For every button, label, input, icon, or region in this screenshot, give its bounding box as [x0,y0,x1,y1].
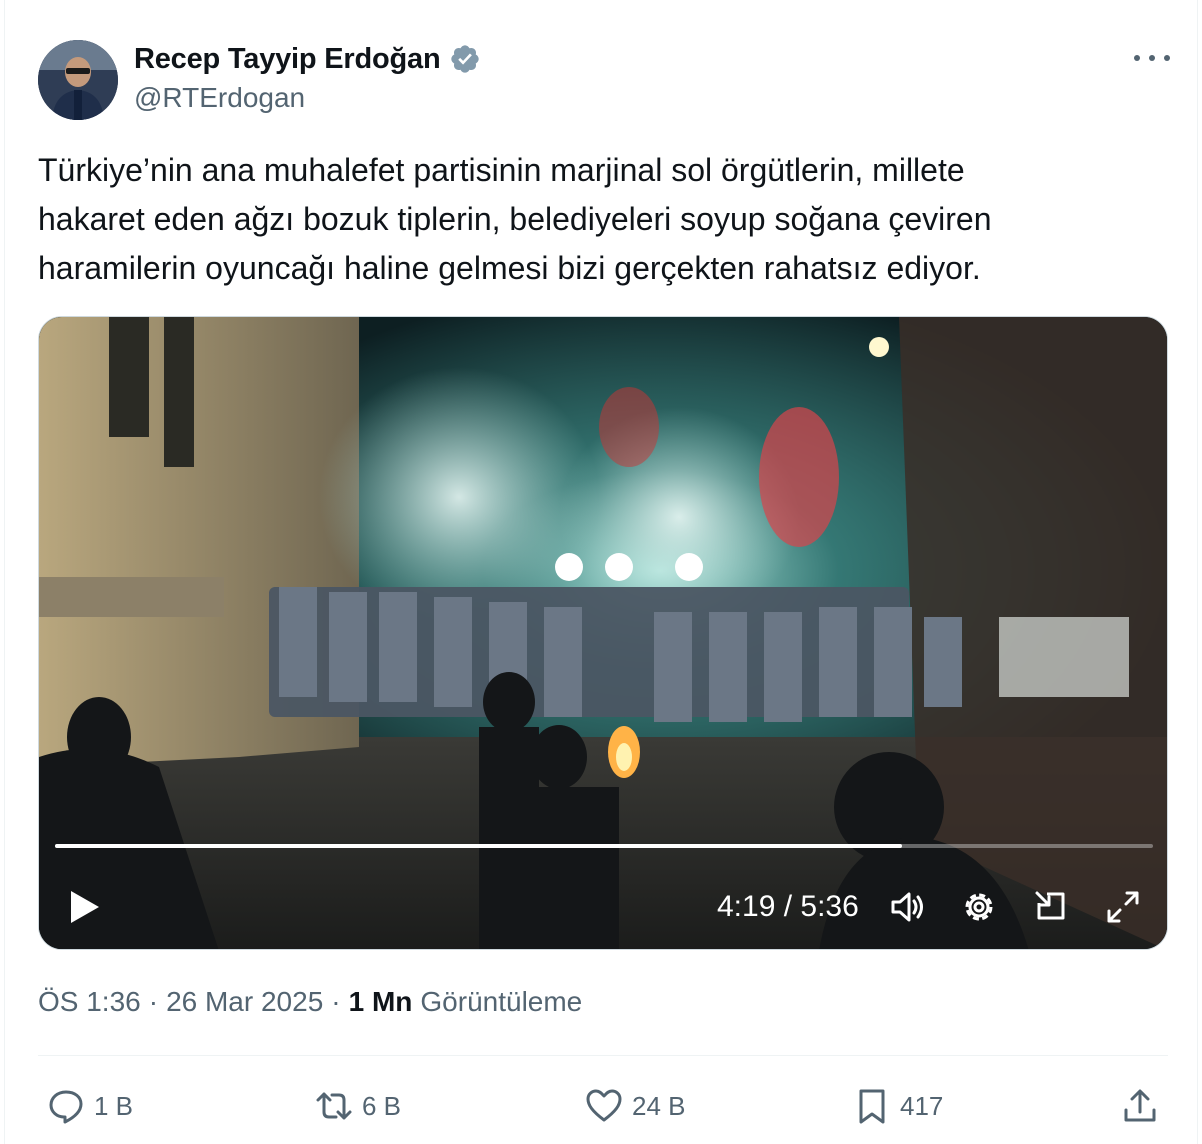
bookmark-icon [859,1089,885,1124]
meta-separator: · [331,986,341,1017]
fullscreen-icon[interactable] [1101,885,1145,929]
tweet-date[interactable]: 26 Mar 2025 [166,986,323,1018]
heart-icon [586,1089,622,1122]
like-count: 24 B [632,1090,686,1121]
pip-icon[interactable] [1029,885,1073,929]
verified-badge-icon [449,43,481,75]
settings-icon[interactable] [957,885,1001,929]
bookmark-count: 417 [900,1090,944,1121]
divider [38,1055,1168,1056]
tweet-text: Türkiye’nin ana muhalefet partisinin mar… [38,152,992,286]
share-icon [1124,1089,1156,1122]
video-frame [39,317,1167,949]
share-button[interactable] [1120,1084,1160,1128]
retweet-icon [316,1092,352,1120]
video-time: 4:19 / 5:36 [717,890,859,923]
author-name[interactable]: Recep Tayyip Erdoğan [134,43,441,76]
tweet-time[interactable]: ÖS 1:36 [38,986,141,1018]
meta-separator: · [148,986,159,1017]
video-progress-bar[interactable] [55,844,1153,848]
bookmark-button[interactable]: 417 [852,1084,943,1128]
views-label: Görüntüleme [420,986,583,1017]
volume-icon[interactable] [885,885,929,929]
reply-count: 1 B [94,1090,134,1121]
reply-button[interactable]: 1 B [46,1084,133,1128]
author-handle[interactable]: @RTErdogan [134,82,305,114]
video-player[interactable]: 4:19 / 5:36 [38,316,1168,950]
views-count: 1 Mn [348,986,413,1017]
reply-icon [49,1090,83,1124]
like-button[interactable]: 24 B [584,1084,686,1128]
tweet-meta: ÖS 1:36 · 26 Mar 2025 · 1 Mn Görüntüleme [38,986,582,1018]
play-icon[interactable] [65,885,105,929]
avatar[interactable] [38,40,118,120]
video-progress-fill [55,844,902,848]
retweet-button[interactable]: 6 B [314,1084,401,1128]
more-options-icon[interactable] [1134,44,1170,72]
retweet-count: 6 B [362,1090,402,1121]
